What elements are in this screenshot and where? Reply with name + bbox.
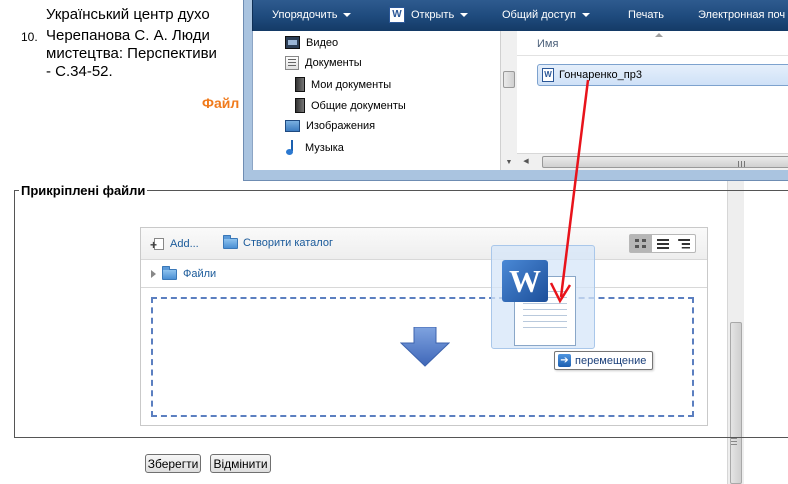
cancel-button[interactable]: Відмінити [210, 454, 271, 473]
doc-list-number: 10. [21, 30, 38, 44]
drop-arrow-icon [400, 327, 450, 367]
view-icons-button[interactable] [630, 235, 652, 252]
move-tooltip-label: перемещение [575, 354, 647, 367]
scroll-grip-icon [738, 161, 745, 167]
nav-item-label: Общие документы [311, 99, 406, 112]
share-label: Общий доступ [502, 9, 576, 21]
tree-view-icon [678, 238, 691, 249]
expand-triangle-icon[interactable] [151, 270, 156, 278]
view-tree-button[interactable] [673, 235, 695, 252]
chevron-down-icon [343, 13, 352, 17]
email-label: Электронная поч [698, 9, 786, 21]
view-list-button[interactable] [652, 235, 674, 252]
open-menu[interactable]: W Открыть [389, 7, 469, 23]
scroll-grip-icon [731, 438, 737, 445]
create-folder-button[interactable]: Створити каталог [223, 234, 333, 249]
scroll-down-icon[interactable]: ▼ [501, 156, 517, 170]
nav-item-my-documents[interactable]: Мои документы [295, 77, 391, 92]
file-list-horizontal-scrollbar[interactable]: ◀ [517, 153, 788, 170]
print-label: Печать [628, 9, 665, 21]
move-tooltip: ➔ перемещение [554, 351, 654, 370]
scroll-left-icon[interactable]: ◀ [519, 154, 533, 170]
music-icon [285, 140, 299, 155]
navigation-scrollbar-thumb[interactable] [503, 71, 515, 88]
view-mode-toggle [629, 234, 696, 253]
file-list: Имя W Гончаренко_пр3 [517, 31, 788, 170]
nav-item-shared-documents[interactable]: Общие документы [295, 98, 406, 113]
shared-documents-icon [295, 98, 305, 113]
my-documents-icon [295, 77, 305, 92]
explorer-window: Упорядочить W Открыть Общий доступ Печат… [243, 0, 788, 181]
word-document-icon: W [542, 68, 554, 82]
explorer-toolbar: Упорядочить W Открыть Общий доступ Печат… [252, 0, 788, 31]
nav-item-documents[interactable]: Документы [285, 56, 362, 70]
doc-line: - С.34-52. [46, 63, 113, 80]
video-icon [285, 36, 300, 49]
navigation-scrollbar[interactable]: ▼ [500, 31, 517, 170]
nav-item-label: Изображения [306, 120, 376, 132]
folder-icon [223, 234, 238, 249]
add-file-label: Add... [170, 237, 199, 250]
add-file-icon [150, 237, 165, 250]
organize-menu[interactable]: Упорядочить [272, 9, 352, 21]
nav-item-label: Мои документы [311, 78, 392, 91]
nav-item-images[interactable]: Изображения [285, 120, 375, 132]
nav-item-music[interactable]: Музыка [285, 140, 344, 155]
navigation-pane: Видео Документы Мои документы Общие доку… [252, 31, 500, 170]
doc-line: Черепанова С. А. Люди [46, 27, 210, 44]
drag-ghost: W [491, 245, 595, 349]
file-manager-toolbar: Add... Створити каталог [141, 228, 707, 260]
email-button[interactable]: Электронная поч [698, 9, 785, 21]
folder-icon [162, 265, 177, 280]
doc-line: мистецтва: Перспективи [46, 45, 217, 62]
word-icon: W [389, 7, 405, 23]
save-button[interactable]: Зберегти [145, 454, 201, 473]
doc-line: Український центр духо [46, 6, 210, 23]
list-view-icon [656, 238, 669, 249]
nav-item-label: Документы [305, 57, 362, 69]
file-manager-path[interactable]: Файли [141, 261, 707, 288]
file-name: Гончаренко_пр3 [559, 69, 642, 81]
sort-arrow-icon [655, 33, 663, 37]
images-icon [285, 120, 300, 132]
chevron-down-icon [581, 13, 590, 17]
print-button[interactable]: Печать [628, 9, 664, 21]
documents-icon [285, 56, 299, 70]
column-header-name[interactable]: Имя [517, 31, 788, 56]
icons-view-icon [635, 239, 647, 248]
section-title: Файл [202, 95, 240, 111]
share-menu[interactable]: Общий доступ [502, 9, 590, 21]
file-item-selected[interactable]: W Гончаренко_пр3 [537, 64, 788, 86]
open-label: Открыть [411, 9, 455, 21]
add-file-button[interactable]: Add... [150, 237, 199, 250]
file-manager: Add... Створити каталог Файли [140, 227, 708, 426]
nav-item-label: Музыка [305, 141, 344, 154]
create-folder-label: Створити каталог [243, 237, 333, 249]
column-header-label: Имя [537, 38, 559, 50]
move-arrow-icon: ➔ [558, 354, 571, 367]
path-folder-label[interactable]: Файли [183, 268, 216, 280]
nav-item-video[interactable]: Видео [285, 36, 338, 49]
word-logo-icon: W [502, 260, 548, 302]
nav-item-label: Видео [306, 36, 339, 49]
chevron-down-icon [460, 13, 469, 17]
organize-label: Упорядочить [272, 9, 338, 21]
attached-files-legend: Прикріплені файли [19, 183, 148, 198]
horizontal-scrollbar-thumb[interactable] [542, 156, 788, 168]
